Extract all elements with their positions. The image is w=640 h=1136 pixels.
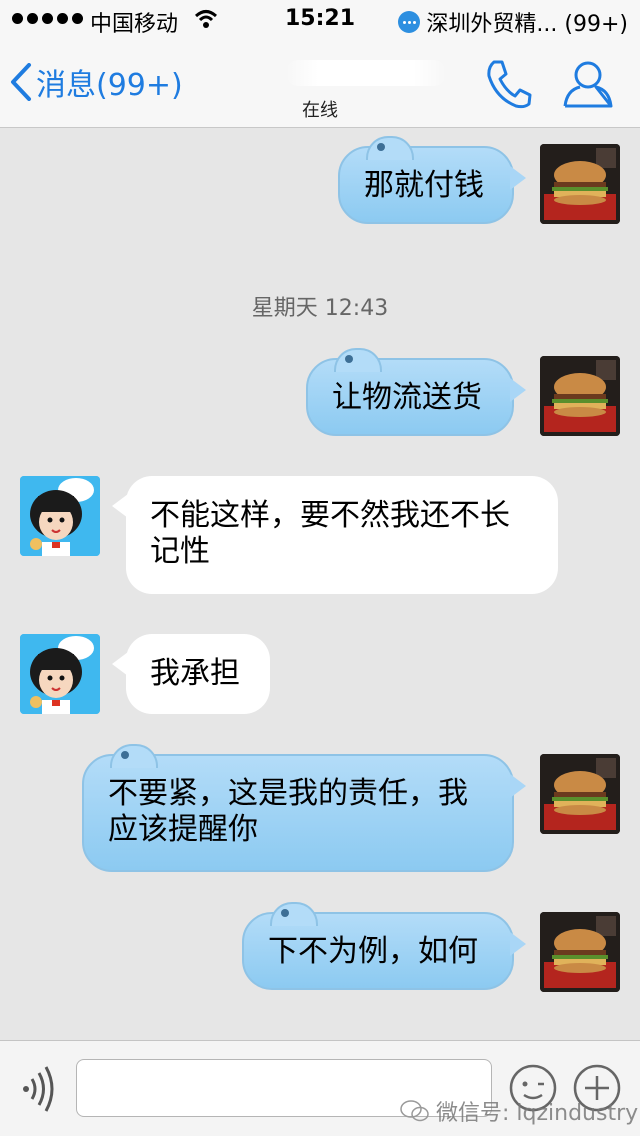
- message-bubble-outgoing[interactable]: 让物流送货: [306, 348, 526, 436]
- phone-icon[interactable]: [484, 58, 532, 110]
- contact-name-redacted: [286, 60, 446, 86]
- self-avatar[interactable]: [540, 356, 620, 436]
- burger-avatar-image: [540, 754, 620, 834]
- status-bar: 中国移动 15:21 深圳外贸精... (99+): [0, 0, 640, 40]
- chat-area[interactable]: 那就付钱 星期天 12:43 让物流送货 不能这样，要不然我还不长记性 我承担 …: [0, 128, 640, 1038]
- bubble-tail: [510, 378, 526, 402]
- bubble-tail: [510, 166, 526, 190]
- message-text: 不能这样，要不然我还不长记性: [150, 498, 510, 569]
- contact-avatar[interactable]: [20, 634, 100, 714]
- self-avatar[interactable]: [540, 754, 620, 834]
- bubble-tail: [112, 494, 128, 518]
- message-bubble-incoming[interactable]: 我承担: [112, 634, 270, 714]
- input-bar: 微信号: lqzindustry: [0, 1040, 640, 1136]
- message-bubble-outgoing[interactable]: 那就付钱: [338, 136, 526, 224]
- message-text: 下不为例，如何: [268, 934, 478, 969]
- bubble-ear-icon: [270, 902, 318, 926]
- message-text: 让物流送货: [332, 380, 482, 415]
- message-text: 不要紧，这是我的责任，我应该提醒你: [108, 776, 468, 847]
- watermark: 微信号: lqzindustry: [400, 1095, 638, 1127]
- bubble-tail: [510, 774, 526, 798]
- bubble-ear-icon: [334, 348, 382, 372]
- message-timestamp: 星期天 12:43: [251, 296, 389, 321]
- message-text: 那就付钱: [364, 168, 484, 203]
- burger-avatar-image: [540, 144, 620, 224]
- chat-bubble-icon: [398, 11, 421, 33]
- cartoon-girl-avatar-image: [20, 634, 100, 714]
- carrier-label: 中国移动: [90, 12, 179, 37]
- voice-icon[interactable]: [18, 1063, 58, 1115]
- wechat-logo-icon: [400, 1100, 429, 1122]
- notification-label: 深圳外贸精... (99+): [426, 12, 628, 37]
- cartoon-girl-avatar-image: [20, 476, 100, 556]
- wifi-icon: [194, 10, 218, 28]
- self-avatar[interactable]: [540, 144, 620, 224]
- burger-avatar-image: [540, 912, 620, 992]
- signal-dots-icon: [12, 13, 83, 24]
- contact-avatar[interactable]: [20, 476, 100, 556]
- burger-avatar-image: [540, 356, 620, 436]
- bubble-tail: [510, 932, 526, 956]
- nav-bar: 消息(99+) 在线: [0, 40, 640, 128]
- message-bubble-outgoing[interactable]: 下不为例，如何: [242, 902, 526, 990]
- notification-banner[interactable]: 深圳外贸精... (99+): [398, 6, 628, 38]
- self-avatar[interactable]: [540, 912, 620, 992]
- message-text: 我承担: [150, 656, 240, 691]
- bubble-tail: [112, 652, 128, 676]
- bubble-ear-icon: [110, 744, 158, 768]
- watermark-text: 微信号: lqzindustry: [436, 1101, 639, 1126]
- person-icon[interactable]: [562, 58, 614, 110]
- message-bubble-outgoing[interactable]: 不要紧，这是我的责任，我应该提醒你: [82, 744, 526, 872]
- contact-status: 在线: [302, 100, 338, 121]
- bubble-ear-icon: [366, 136, 414, 160]
- message-bubble-incoming[interactable]: 不能这样，要不然我还不长记性: [112, 476, 558, 594]
